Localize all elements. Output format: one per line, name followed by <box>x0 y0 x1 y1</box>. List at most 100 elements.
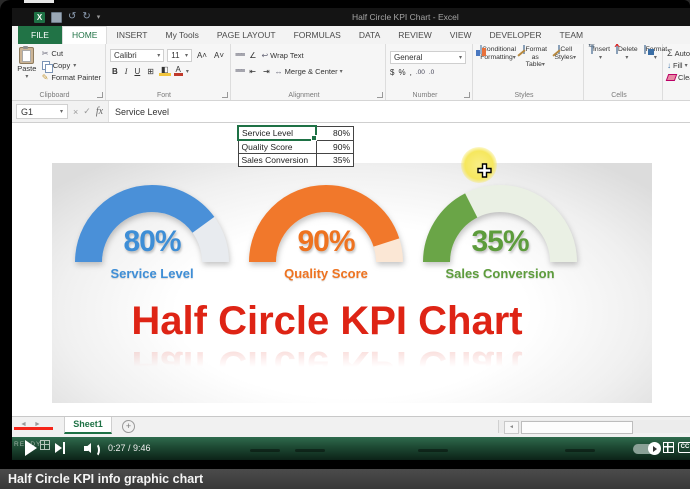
group-label-styles: Styles <box>473 92 575 99</box>
decrease-indent-button[interactable]: ⇤ <box>247 67 258 76</box>
tab-team[interactable]: TEAM <box>551 26 593 44</box>
sheet-canvas: Service Level 80% Quality Score 90% Sale… <box>12 123 690 416</box>
formula-input[interactable]: Service Level <box>108 101 690 122</box>
number-dialog-launcher-icon[interactable] <box>464 92 470 98</box>
formula-bar: G1▾ × ✓ fx Service Level <box>12 101 690 123</box>
cell-service-level[interactable]: Service Level <box>238 126 316 140</box>
confirm-entry-icon[interactable]: ✓ <box>83 106 91 117</box>
cut-button[interactable]: ✂Cut <box>42 47 101 59</box>
cell-quality-score[interactable]: Quality Score <box>238 140 316 154</box>
delete-cells-button[interactable]: Delete▾ <box>613 46 641 84</box>
table-row: Service Level 80% <box>238 126 354 140</box>
undo-icon[interactable]: ↺ <box>68 12 76 22</box>
bold-button[interactable]: B <box>110 67 120 76</box>
ribbon-tab-row: FILE HOME INSERT My Tools PAGE LAYOUT FO… <box>12 26 690 44</box>
save-icon[interactable] <box>51 12 62 23</box>
tab-file[interactable]: FILE <box>18 26 62 44</box>
cell-sales-conversion-value[interactable]: 35% <box>316 154 354 167</box>
tab-review[interactable]: REVIEW <box>389 26 441 44</box>
grow-font-button[interactable]: A˄ <box>195 51 209 60</box>
copy-button[interactable]: Copy▾ <box>42 59 101 71</box>
delete-cells-icon <box>616 45 618 54</box>
clipboard-dialog-launcher-icon[interactable] <box>97 92 103 98</box>
alignment-dialog-launcher-icon[interactable] <box>377 92 383 98</box>
fill-button[interactable]: ↓Fill▾ <box>667 59 690 71</box>
quick-access-toolbar: X ↺ ↻ ▾ <box>34 12 100 23</box>
tab-developer[interactable]: DEVELOPER <box>481 26 551 44</box>
accounting-format-button[interactable]: $ <box>390 68 394 77</box>
fill-color-button[interactable]: ◧ <box>159 66 171 76</box>
autoplay-knob-icon <box>648 442 661 455</box>
horizontal-scrollbar-thumb[interactable] <box>521 421 633 434</box>
ribbon: Paste ▾ ✂Cut Copy▾ ✎Format Painter Clipb… <box>12 44 690 101</box>
horizontal-align-icons[interactable]: ≡≡≡ <box>235 68 244 75</box>
group-label-number: Number <box>386 92 464 99</box>
miniplayer-grid-icon[interactable] <box>663 442 674 453</box>
format-painter-button[interactable]: ✎Format Painter <box>42 71 101 83</box>
font-dialog-launcher-icon[interactable] <box>222 92 228 98</box>
cell-sales-conversion[interactable]: Sales Conversion <box>238 154 316 167</box>
percent-style-button[interactable]: % <box>398 68 405 77</box>
cancel-entry-icon[interactable]: × <box>73 107 78 117</box>
merge-center-button[interactable]: ↔Merge & Center▾ <box>275 67 343 76</box>
number-format-select[interactable]: General▾ <box>390 51 466 64</box>
tab-home[interactable]: HOME <box>62 26 108 44</box>
status-dash <box>295 449 325 452</box>
conditional-formatting-button[interactable]: ConditionalFormatting▾ <box>477 46 519 84</box>
scroll-left-icon[interactable]: ◄ <box>504 421 519 434</box>
cell-service-level-value[interactable]: 80% <box>316 126 354 140</box>
gauge-label-text: Quality Score <box>246 266 406 281</box>
comma-style-button[interactable]: , <box>410 68 412 77</box>
increase-decimal-button[interactable]: .00 <box>416 69 425 76</box>
gauge-value-text: 35% <box>420 225 580 259</box>
name-box[interactable]: G1▾ <box>16 104 68 119</box>
increase-indent-button[interactable]: ⇥ <box>261 67 272 76</box>
gauge-value-text: 80% <box>72 225 232 259</box>
font-color-button[interactable]: A <box>174 66 183 76</box>
gauge-label-text: Sales Conversion <box>420 266 580 281</box>
font-color-dropdown-icon: ▾ <box>186 68 189 75</box>
shrink-font-button[interactable]: A˅ <box>212 51 226 60</box>
paste-button[interactable]: Paste ▾ <box>16 47 38 84</box>
borders-button[interactable]: ⊞ <box>145 67 156 76</box>
wrap-text-button[interactable]: ↩Wrap Text <box>261 51 303 60</box>
play-button[interactable] <box>25 440 37 456</box>
qat-customize-icon[interactable]: ▾ <box>97 13 101 21</box>
insert-cells-button[interactable]: Insert▾ <box>588 46 613 84</box>
autoplay-toggle[interactable] <box>633 444 659 454</box>
macro-record-icon[interactable] <box>40 440 50 450</box>
gauge-sales-conversion: 35% Sales Conversion <box>420 185 580 276</box>
redo-icon[interactable]: ↻ <box>82 12 90 22</box>
italic-button[interactable]: I <box>123 67 130 76</box>
font-family-select[interactable]: Calibri▾ <box>110 49 164 62</box>
tab-my-tools[interactable]: My Tools <box>156 26 207 44</box>
font-size-select[interactable]: 11▾ <box>167 49 192 62</box>
cell-quality-score-value[interactable]: 90% <box>316 140 354 154</box>
sheet-tab-sheet1[interactable]: Sheet1 <box>64 417 112 434</box>
orientation-button[interactable]: ∠ <box>247 51 258 60</box>
new-sheet-button[interactable]: + <box>122 420 135 433</box>
tab-insert[interactable]: INSERT <box>107 26 156 44</box>
group-font: Calibri▾ 11▾ A˄ A˅ B I U ⊞ ◧ A ▾ <box>106 44 231 100</box>
tab-view[interactable]: VIEW <box>441 26 481 44</box>
status-dash <box>418 449 448 452</box>
next-button[interactable] <box>55 443 62 453</box>
tab-data[interactable]: DATA <box>350 26 389 44</box>
underline-button[interactable]: U <box>132 67 142 76</box>
clear-button[interactable]: Clea <box>667 71 690 83</box>
tab-formulas[interactable]: FORMULAS <box>285 26 350 44</box>
closed-captions-button[interactable]: CC <box>678 442 690 453</box>
format-as-table-button[interactable]: Format asTable▾ <box>519 46 551 84</box>
canvas-title: Half Circle KPI Chart <box>12 299 642 344</box>
tab-page-layout[interactable]: PAGE LAYOUT <box>208 26 285 44</box>
vertical-align-icons[interactable]: ≡≡≡ <box>235 52 244 59</box>
video-progress-played[interactable] <box>14 427 53 430</box>
autosum-button[interactable]: ΣAuto <box>667 47 690 59</box>
insert-function-icon[interactable]: fx <box>96 106 103 117</box>
delete-dropdown-icon: ▾ <box>625 55 628 61</box>
decrease-decimal-button[interactable]: .0 <box>429 69 434 76</box>
volume-icon[interactable] <box>84 442 98 454</box>
cell-styles-button[interactable]: CellStyles▾ <box>551 46 579 84</box>
video-time: 0:27 / 9:46 <box>108 443 151 453</box>
excel-cross-cursor-icon <box>477 163 492 178</box>
